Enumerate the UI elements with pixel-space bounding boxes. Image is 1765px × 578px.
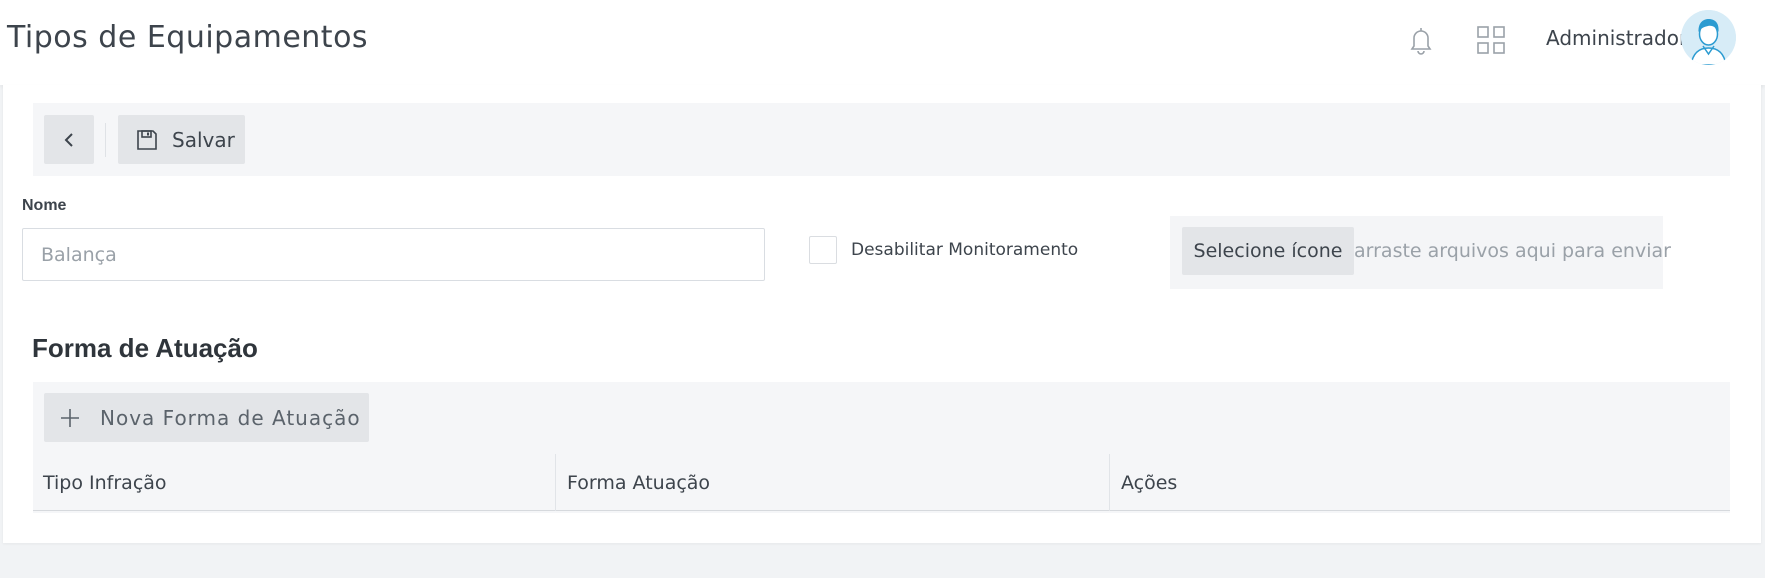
top-header: Tipos de Equipamentos Administrador xyxy=(0,0,1765,85)
bell-icon[interactable] xyxy=(1405,24,1437,56)
page-title: Tipos de Equipamentos xyxy=(7,20,369,55)
nome-input[interactable] xyxy=(22,228,765,281)
floppy-disk-icon xyxy=(137,129,157,150)
icon-upload-dropzone[interactable]: Selecione ícone arraste arquivos aqui pa… xyxy=(1170,216,1671,289)
grid-icon[interactable] xyxy=(1475,24,1507,56)
main-card: Salvar Nome Desabilitar Monitoramento Se… xyxy=(3,85,1761,543)
nome-label: Nome xyxy=(22,197,67,214)
upload-hint: arraste arquivos aqui para enviar xyxy=(1354,240,1671,262)
chevron-left-icon xyxy=(64,132,73,147)
disable-monitoring-label[interactable]: Desabilitar Monitoramento xyxy=(851,240,1078,260)
disable-monitoring-checkbox[interactable] xyxy=(809,236,837,264)
plus-icon xyxy=(61,408,79,427)
table-header: Tipo Infração Forma Atuação Ações xyxy=(33,454,1730,511)
form-toolbar: Salvar xyxy=(33,103,1730,176)
column-divider xyxy=(1109,454,1110,511)
save-button-label: Salvar xyxy=(172,127,235,152)
forma-atuacao-panel: Nova Forma de Atuação Tipo Infração Form… xyxy=(33,382,1730,513)
new-forma-atuacao-label: Nova Forma de Atuação xyxy=(100,405,361,430)
new-forma-atuacao-button[interactable]: Nova Forma de Atuação xyxy=(44,393,369,442)
toolbar-divider xyxy=(105,123,106,157)
select-icon-button[interactable]: Selecione ícone xyxy=(1182,227,1354,275)
column-header-forma-atuacao[interactable]: Forma Atuação xyxy=(567,454,710,511)
save-button[interactable]: Salvar xyxy=(118,115,245,164)
column-header-tipo-infracao[interactable]: Tipo Infração xyxy=(43,454,167,511)
column-divider xyxy=(555,454,556,511)
user-avatar-icon[interactable] xyxy=(1681,10,1736,65)
section-title: Forma de Atuação xyxy=(32,333,258,363)
user-name[interactable]: Administrador xyxy=(1546,26,1687,50)
column-header-acoes[interactable]: Ações xyxy=(1121,454,1177,511)
back-button[interactable] xyxy=(44,115,94,164)
